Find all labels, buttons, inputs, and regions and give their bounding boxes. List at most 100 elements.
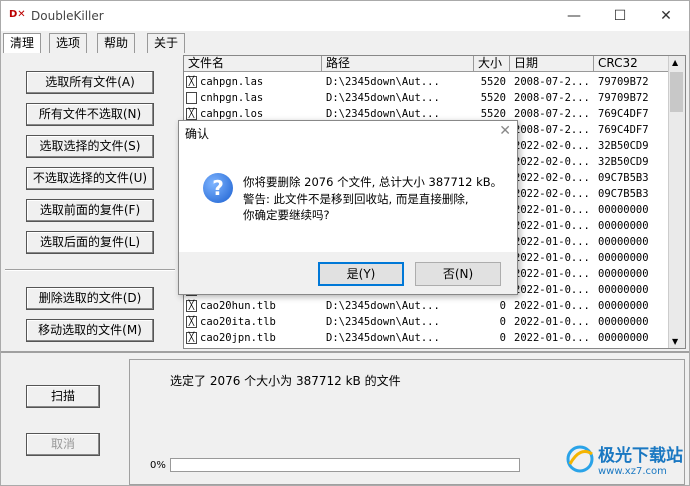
unselect-selected-button[interactable]: 不选取选择的文件(U) [26, 167, 154, 190]
file-crc-cell: 00000000 [598, 284, 649, 296]
scroll-up-icon[interactable]: ▲ [672, 58, 678, 67]
file-crc-cell: 09C7B5B3 [598, 188, 649, 200]
file-date-cell: 2022-02-0... [514, 140, 590, 152]
file-crc-cell: 32B50CD9 [598, 140, 649, 152]
file-crc-cell: 00000000 [598, 252, 649, 264]
watermark-logo-icon [566, 445, 594, 473]
select-all-button[interactable]: 选取所有文件(A) [26, 71, 154, 94]
watermark-name: 极光下载站 [598, 446, 683, 466]
select-back-copies-button[interactable]: 选取后面的复件(L) [26, 231, 154, 254]
tab-clean[interactable]: 清理 [3, 33, 42, 53]
dialog-footer: 是(Y) 否(N) [179, 252, 517, 294]
progress-label: 0% [150, 460, 166, 471]
separator [5, 269, 175, 271]
table-row[interactable]: ╳ cao20ita.tlb D:\2345down\Aut... 0 2022-01-… [184, 314, 670, 330]
file-crc-cell: 00000000 [598, 332, 649, 344]
file-name-cell: cao20ita.tlb [200, 316, 276, 328]
file-date-cell: 2008-07-2... [514, 108, 590, 120]
file-name-cell: cahpgn.las [200, 76, 264, 88]
file-crc-cell: 79709B72 [598, 76, 649, 88]
scroll-thumb[interactable] [670, 72, 683, 112]
table-row[interactable]: ╳ cao20hun.tlb D:\2345down\Aut... 0 2022-01-… [184, 298, 670, 314]
file-size-cell: 0 [499, 316, 506, 328]
tab-bar: 清理 选项 帮助 关于 [1, 31, 689, 53]
cancel-button[interactable]: 取消 [26, 433, 100, 456]
file-date-cell: 2008-07-2... [514, 124, 590, 136]
table-row[interactable]: cnhpgn.las D:\2345down\Aut... 5520 2008-07-… [184, 90, 670, 106]
question-icon: ? [203, 173, 233, 203]
file-crc-cell: 769C4DF7 [598, 108, 649, 120]
file-size-cell: 0 [499, 300, 506, 312]
file-crc-cell: 00000000 [598, 268, 649, 280]
dialog-close-icon[interactable]: ✕ [499, 123, 511, 139]
file-crc-cell: 00000000 [598, 316, 649, 328]
scan-button[interactable]: 扫描 [26, 385, 100, 408]
watermark: 极光下载站 www.xz7.com [562, 441, 683, 477]
close-button[interactable]: ✕ [643, 1, 689, 31]
yes-button[interactable]: 是(Y) [318, 262, 404, 286]
file-path-cell: D:\2345down\Aut... [326, 316, 440, 328]
file-crc-cell: 00000000 [598, 300, 649, 312]
table-row[interactable]: ╳ cahpgn.las D:\2345down\Aut... 5520 2008-07… [184, 74, 670, 90]
row-checkbox[interactable]: ╳ [186, 76, 197, 88]
file-size-cell: 5520 [480, 92, 506, 104]
file-name-cell: cao20hun.tlb [200, 300, 276, 312]
file-name-cell: cao20jpn.tlb [200, 332, 276, 344]
row-checkbox[interactable]: ╳ [186, 332, 197, 344]
vertical-scrollbar[interactable]: ▲ ▼ [668, 56, 685, 348]
maximize-button[interactable]: ☐ [597, 1, 643, 31]
file-size-cell: 5520 [480, 76, 506, 88]
row-checkbox[interactable]: ╳ [186, 300, 197, 312]
dialog-message-line1: 你将要删除 2076 个文件, 总计大小 387712 kB。 [243, 175, 503, 189]
watermark-url: www.xz7.com [598, 466, 667, 477]
file-path-cell: D:\2345down\Aut... [326, 92, 440, 104]
tab-help[interactable]: 帮助 [97, 33, 136, 53]
select-none-button[interactable]: 所有文件不选取(N) [26, 103, 154, 126]
tab-about[interactable]: 关于 [147, 33, 186, 53]
file-crc-cell: 32B50CD9 [598, 156, 649, 168]
file-crc-cell: 79709B72 [598, 92, 649, 104]
file-date-cell: 2022-01-0... [514, 300, 590, 312]
file-date-cell: 2022-01-0... [514, 332, 590, 344]
file-path-cell: D:\2345down\Aut... [326, 332, 440, 344]
file-crc-cell: 00000000 [598, 220, 649, 232]
delete-selected-button[interactable]: 删除选取的文件(D) [26, 287, 154, 310]
file-date-cell: 2022-01-0... [514, 268, 590, 280]
file-date-cell: 2022-01-0... [514, 284, 590, 296]
window-title: DoubleKiller [31, 9, 104, 23]
row-checkbox[interactable]: ╳ [186, 316, 197, 328]
file-date-cell: 2022-01-0... [514, 252, 590, 264]
file-date-cell: 2022-01-0... [514, 204, 590, 216]
column-header-date[interactable]: 日期 [510, 56, 594, 72]
file-path-cell: D:\2345down\Aut... [326, 300, 440, 312]
file-path-cell: D:\2345down\Aut... [326, 76, 440, 88]
tab-options[interactable]: 选项 [49, 33, 88, 53]
select-front-copies-button[interactable]: 选取前面的复件(F) [26, 199, 154, 222]
file-date-cell: 2008-07-2... [514, 92, 590, 104]
main-window: D✕ DoubleKiller — ☐ ✕ 清理 选项 帮助 关于 选取所有文件… [0, 0, 690, 486]
file-date-cell: 2022-01-0... [514, 236, 590, 248]
file-crc-cell: 00000000 [598, 236, 649, 248]
row-checkbox[interactable] [186, 92, 197, 104]
column-header-crc32[interactable]: CRC32 [594, 56, 670, 72]
dialog-message-line2: 警告: 此文件不是移到回收站, 而是直接删除, [243, 192, 469, 206]
file-date-cell: 2022-01-0... [514, 316, 590, 328]
column-header-path[interactable]: 路径 [322, 56, 474, 72]
file-date-cell: 2022-02-0... [514, 156, 590, 168]
file-date-cell: 2008-07-2... [514, 76, 590, 88]
select-selected-button[interactable]: 选取选择的文件(S) [26, 135, 154, 158]
row-checkbox[interactable]: ╳ [186, 108, 197, 120]
file-name-cell: cnhpgn.las [200, 92, 264, 104]
table-row[interactable]: ╳ cao20jpn.tlb D:\2345down\Aut... 0 2022-01-… [184, 330, 670, 346]
column-header-size[interactable]: 大小 [474, 56, 510, 72]
file-crc-cell: 09C7B5B3 [598, 172, 649, 184]
minimize-button[interactable]: — [551, 1, 597, 31]
action-panel: 选取所有文件(A) 所有文件不选取(N) 选取选择的文件(S) 不选取选择的文件… [1, 53, 179, 349]
confirm-dialog: 确认 ✕ ? 你将要删除 2076 个文件, 总计大小 387712 kB。 警… [178, 120, 518, 295]
column-header-name[interactable]: 文件名 [184, 56, 322, 72]
no-button[interactable]: 否(N) [415, 262, 501, 286]
file-date-cell: 2022-02-0... [514, 172, 590, 184]
move-selected-button[interactable]: 移动选取的文件(M) [26, 319, 154, 342]
scroll-down-icon[interactable]: ▼ [672, 337, 678, 346]
title-bar: D✕ DoubleKiller — ☐ ✕ [1, 1, 689, 31]
